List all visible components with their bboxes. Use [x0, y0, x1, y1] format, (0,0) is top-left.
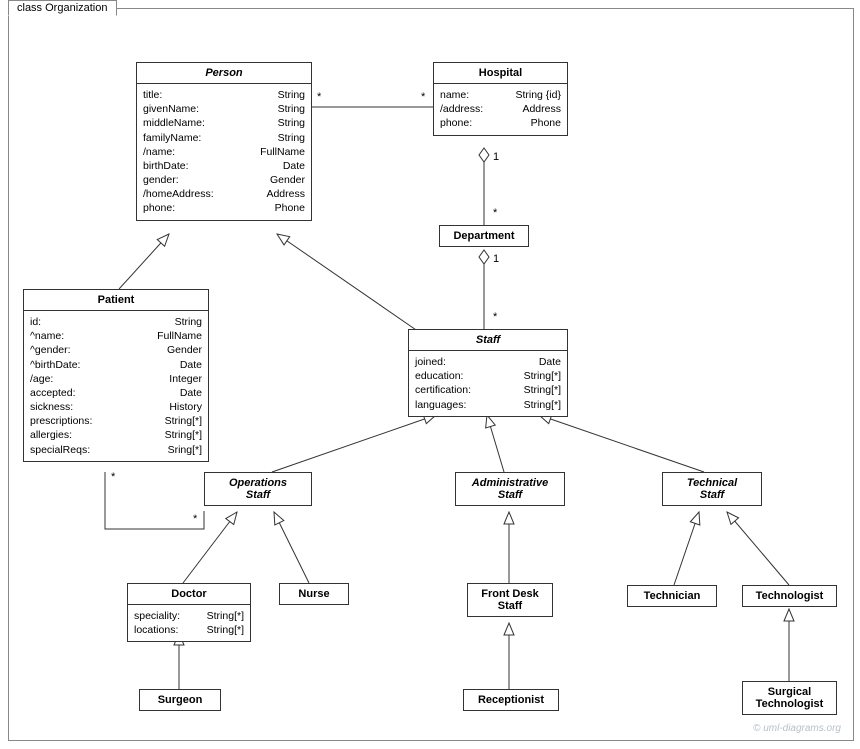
class-technologist-name: Technologist: [743, 586, 836, 606]
class-staff: Staff joined:Dateeducation:String[*]cert…: [408, 329, 568, 417]
class-surgtech-name-line1: Surgical: [768, 686, 811, 698]
mult-hospital-dept-bot: *: [493, 207, 497, 219]
class-person-name: Person: [137, 63, 311, 83]
class-patient: Patient id:String^name:FullName^gender:G…: [23, 289, 209, 462]
class-frontdesk-name-line2: Staff: [498, 600, 522, 612]
class-hospital-attrs: name:String {id}/address:Addressphone:Ph…: [434, 83, 567, 135]
class-admin-name-line2: Staff: [498, 489, 522, 501]
mult-patient-ops-right: *: [193, 513, 197, 525]
class-receptionist: Receptionist: [463, 689, 559, 711]
class-staff-name: Staff: [409, 330, 567, 350]
class-hospital-name: Hospital: [434, 63, 567, 83]
class-technologist: Technologist: [742, 585, 837, 607]
class-receptionist-name: Receptionist: [464, 690, 558, 710]
mult-hospital-dept-top: 1: [493, 151, 499, 163]
class-person-attrs: title:StringgivenName:StringmiddleName:S…: [137, 83, 311, 220]
class-department: Department: [439, 225, 529, 247]
class-patient-attrs: id:String^name:FullName^gender:Gender^bi…: [24, 310, 208, 461]
class-admin-name-line1: Administrative: [472, 477, 548, 489]
class-surgtech-name: Surgical Technologist: [743, 682, 836, 714]
class-ops-name: Operations Staff: [205, 473, 311, 505]
class-operations-staff: Operations Staff: [204, 472, 312, 506]
class-surgeon: Surgeon: [139, 689, 221, 711]
class-doctor: Doctor speciality:String[*]locations:Str…: [127, 583, 251, 642]
class-department-name: Department: [440, 226, 528, 246]
class-frontdesk-name: Front Desk Staff: [468, 584, 552, 616]
class-hospital: Hospital name:String {id}/address:Addres…: [433, 62, 568, 136]
class-surgeon-name: Surgeon: [140, 690, 220, 710]
class-nurse: Nurse: [279, 583, 349, 605]
class-staff-attrs: joined:Dateeducation:String[*]certificat…: [409, 350, 567, 416]
class-ops-name-line2: Staff: [246, 489, 270, 501]
class-doctor-name: Doctor: [128, 584, 250, 604]
mult-person-hospital-right: *: [421, 91, 425, 103]
class-ops-name-line1: Operations: [229, 477, 287, 489]
diagram-frame: class Organization: [8, 8, 854, 741]
class-frontdesk-staff: Front Desk Staff: [467, 583, 553, 617]
class-frontdesk-name-line1: Front Desk: [481, 588, 538, 600]
class-tech-staff: Technical Staff: [662, 472, 762, 506]
class-admin-name: Administrative Staff: [456, 473, 564, 505]
class-technician: Technician: [627, 585, 717, 607]
class-tech-name: Technical Staff: [663, 473, 761, 505]
mult-patient-ops-left: *: [111, 471, 115, 483]
class-doctor-attrs: speciality:String[*]locations:String[*]: [128, 604, 250, 641]
class-nurse-name: Nurse: [280, 584, 348, 604]
frame-title: class Organization: [8, 0, 117, 16]
watermark: © uml-diagrams.org: [753, 723, 841, 734]
class-surgtech-name-line2: Technologist: [756, 698, 824, 710]
mult-dept-staff-top: 1: [493, 253, 499, 265]
class-admin-staff: Administrative Staff: [455, 472, 565, 506]
class-surgical-technologist: Surgical Technologist: [742, 681, 837, 715]
class-tech-name-line1: Technical: [687, 477, 737, 489]
class-tech-name-line2: Staff: [700, 489, 724, 501]
class-technician-name: Technician: [628, 586, 716, 606]
mult-person-hospital-left: *: [317, 91, 321, 103]
class-person: Person title:StringgivenName:Stringmiddl…: [136, 62, 312, 221]
mult-dept-staff-bot: *: [493, 311, 497, 323]
class-patient-name: Patient: [24, 290, 208, 310]
